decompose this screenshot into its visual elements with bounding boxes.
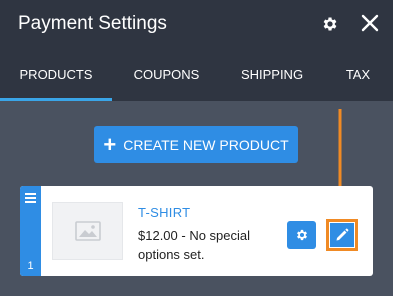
tab-bar: PRODUCTS COUPONS SHIPPING TAX: [0, 50, 393, 101]
create-new-product-button[interactable]: + CREATE NEW PRODUCT: [94, 126, 298, 163]
settings-button[interactable]: [317, 11, 343, 37]
close-button[interactable]: [356, 9, 384, 37]
pencil-icon: [336, 228, 349, 241]
tab-tax[interactable]: TAX: [323, 50, 393, 101]
close-icon: [361, 14, 379, 32]
drag-handle[interactable]: 1: [20, 186, 41, 276]
plus-icon: +: [103, 131, 117, 157]
tab-shipping[interactable]: SHIPPING: [221, 50, 323, 101]
product-index: 1: [27, 260, 34, 272]
product-settings-button[interactable]: [287, 221, 316, 249]
tab-products[interactable]: PRODUCTS: [0, 50, 112, 101]
hamburger-icon: [25, 193, 36, 205]
image-placeholder-icon: [74, 221, 101, 241]
gear-icon: [296, 229, 307, 241]
panel-header: Payment Settings: [0, 0, 393, 50]
gear-icon: [323, 17, 337, 31]
product-name[interactable]: T-SHIRT: [138, 205, 190, 220]
create-new-product-label: CREATE NEW PRODUCT: [123, 136, 289, 153]
product-card: 1 T-SHIRT $12.00 - No special options se…: [20, 186, 373, 276]
product-edit-button[interactable]: [326, 219, 358, 251]
panel-title: Payment Settings: [18, 13, 167, 34]
product-thumbnail: [52, 202, 123, 260]
tab-coupons[interactable]: COUPONS: [112, 50, 221, 101]
product-description: $12.00 - No special options set.: [138, 228, 251, 262]
